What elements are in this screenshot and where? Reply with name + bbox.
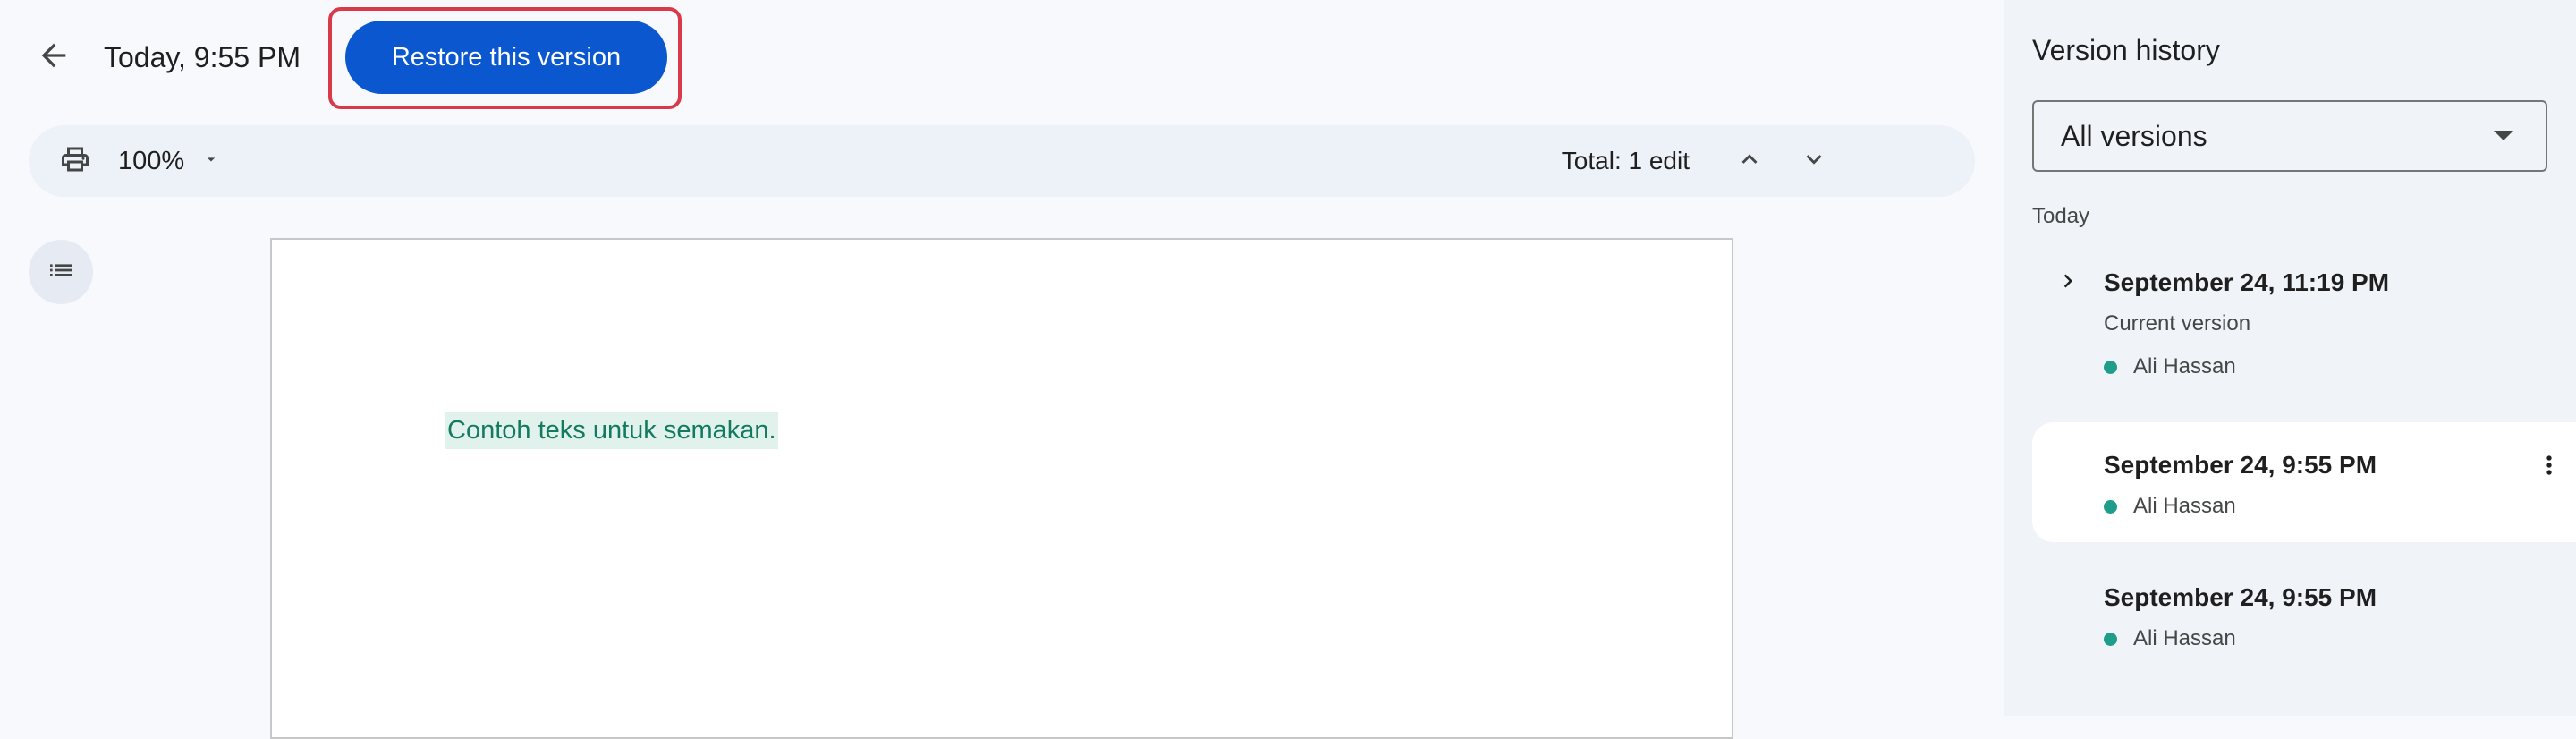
version-author: Ali Hassan (2104, 492, 2236, 521)
group-label: Today (2032, 204, 2090, 228)
document-outline-button[interactable] (29, 240, 93, 304)
version-author: Ali Hassan (2104, 624, 2236, 653)
caret-down-icon (2494, 131, 2513, 140)
edits-total: Total: 1 edit (1561, 147, 1690, 174)
next-edit-button[interactable] (1792, 140, 1835, 183)
version-filter-select[interactable]: All versions (2032, 100, 2547, 172)
print-button[interactable] (57, 143, 93, 179)
chevron-right-icon (2055, 268, 2081, 299)
inserted-text[interactable]: Contoh teks untuk semakan. (445, 412, 778, 449)
version-date: September 24, 9:55 PM (2104, 583, 2377, 611)
print-icon (59, 143, 91, 180)
author-color-dot (2104, 632, 2117, 646)
arrow-back-icon (36, 38, 72, 78)
toolbar: 100% Total: 1 edit (29, 125, 1975, 197)
chevron-down-icon (1799, 144, 1829, 179)
author-name: Ali Hassan (2133, 354, 2236, 378)
version-subtitle: Current version (2104, 311, 2251, 336)
author-name: Ali Hassan (2133, 626, 2236, 650)
version-item[interactable]: September 24, 11:19 PM Current version A… (2032, 265, 2576, 394)
document-area: Today, 9:55 PM Restore this version 100%… (0, 0, 2004, 739)
back-button[interactable] (25, 30, 82, 84)
version-date: September 24, 9:55 PM (2104, 451, 2377, 479)
version-author: Ali Hassan (2104, 353, 2236, 381)
zoom-value: 100% (118, 146, 185, 175)
panel-title: Version history (2032, 34, 2220, 66)
expand-version-button[interactable] (2055, 265, 2080, 301)
author-color-dot (2104, 360, 2117, 374)
zoom-select[interactable]: 100% (118, 141, 220, 181)
document-page[interactable]: Contoh teks untuk semakan. (270, 238, 1733, 739)
version-more-button[interactable] (2537, 449, 2562, 485)
version-history-panel: Version history All versions Today Septe… (2004, 0, 2576, 716)
previous-edit-button[interactable] (1728, 140, 1771, 183)
author-name: Ali Hassan (2133, 494, 2236, 518)
version-item[interactable]: September 24, 9:55 PM Ali Hassan (2032, 573, 2576, 662)
chevron-up-icon (1734, 144, 1765, 179)
restore-version-button[interactable]: Restore this version (345, 21, 667, 94)
list-icon (47, 256, 75, 289)
filter-value: All versions (2061, 120, 2207, 152)
version-date: September 24, 11:19 PM (2104, 268, 2390, 296)
more-vert-icon (2535, 449, 2563, 486)
author-color-dot (2104, 499, 2117, 514)
version-title: Today, 9:55 PM (104, 41, 301, 73)
caret-down-icon (202, 150, 220, 173)
version-item-selected[interactable]: September 24, 9:55 PM Ali Hassan (2032, 422, 2576, 542)
